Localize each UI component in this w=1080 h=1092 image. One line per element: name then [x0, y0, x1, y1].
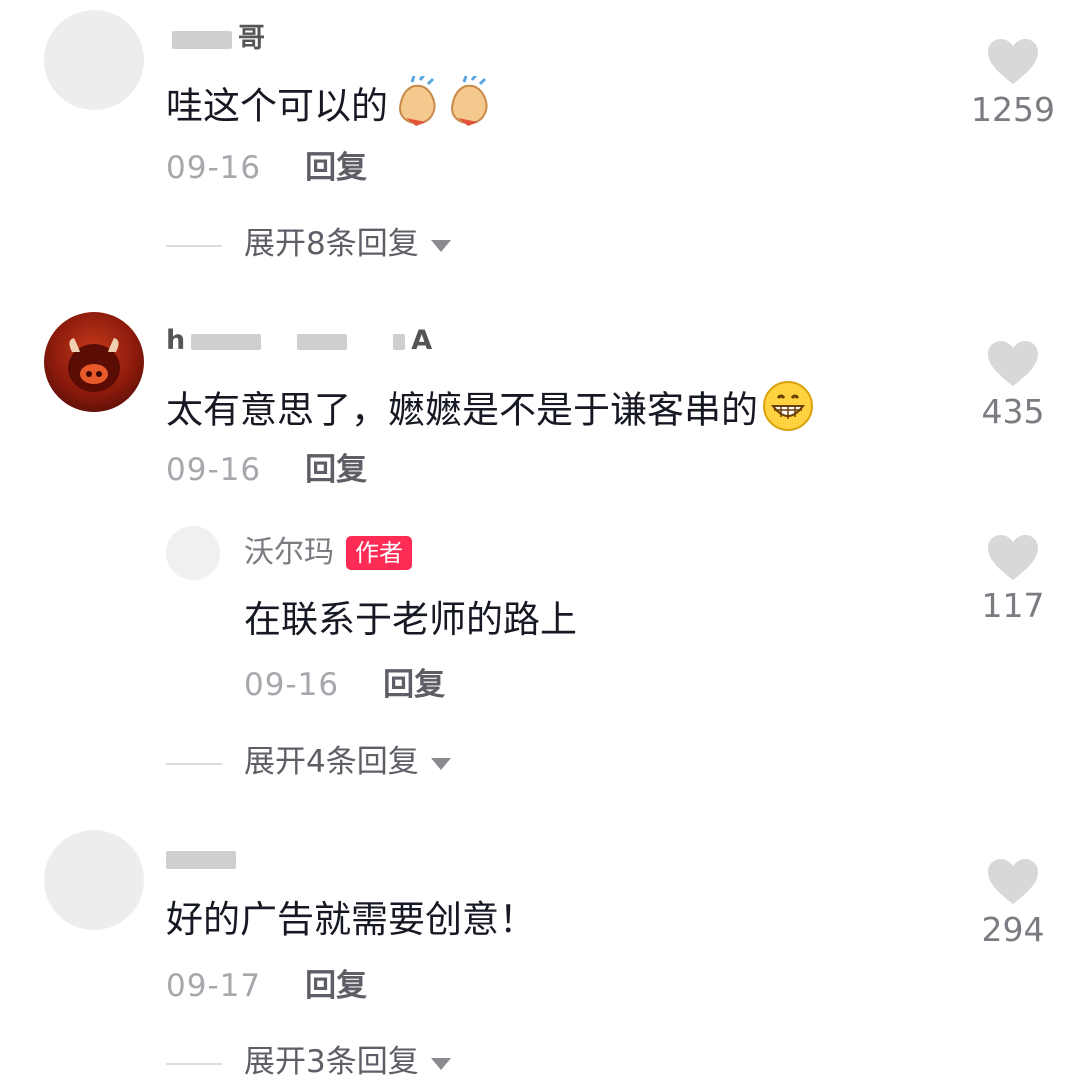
expand-replies-label: 展开4条回复	[244, 744, 419, 780]
comment-username[interactable]: hA	[166, 324, 432, 358]
reply-date: 09-16	[244, 667, 340, 703]
heart-icon	[988, 535, 1038, 580]
avatar[interactable]	[44, 10, 144, 110]
reply-avatar[interactable]	[166, 526, 220, 580]
expand-replies-button[interactable]: 展开4条回复	[166, 742, 451, 782]
comment-meta: 09-16 回复	[166, 450, 367, 490]
comment-date: 09-16	[166, 452, 262, 488]
chevron-down-icon	[430, 1057, 451, 1070]
reply-button[interactable]: 回复	[305, 452, 367, 488]
like-button[interactable]: 117	[958, 534, 1068, 626]
clapping-hands-icon	[392, 74, 496, 140]
grinning-face-icon	[762, 380, 814, 444]
comment-text: 太有意思了，嬷嬷是不是于谦客串的	[166, 380, 814, 444]
reply-button[interactable]: 回复	[305, 150, 367, 186]
like-button[interactable]: 1259	[958, 38, 1068, 130]
comment-date: 09-17	[166, 968, 262, 1004]
comment-text: 哇这个可以的	[166, 74, 496, 140]
expand-replies-button[interactable]: 展开8条回复	[166, 224, 451, 264]
author-badge: 作者	[346, 536, 412, 570]
reply-meta: 09-16 回复	[244, 665, 445, 705]
chevron-down-icon	[430, 757, 451, 770]
comment-meta: 09-17 回复	[166, 966, 367, 1006]
divider-line	[166, 762, 222, 765]
avatar[interactable]	[44, 312, 144, 412]
divider-line	[166, 244, 222, 247]
like-count: 117	[981, 586, 1045, 625]
heart-icon	[988, 341, 1038, 386]
comment-date: 09-16	[166, 150, 262, 186]
boar-avatar-icon	[68, 338, 120, 392]
reply-button[interactable]: 回复	[383, 667, 445, 703]
comment-meta: 09-16 回复	[166, 148, 367, 188]
expand-replies-label: 展开3条回复	[244, 1044, 419, 1080]
avatar[interactable]	[44, 830, 144, 930]
like-count: 294	[981, 910, 1045, 949]
heart-icon	[988, 39, 1038, 84]
expand-replies-button[interactable]: 展开3条回复	[166, 1042, 451, 1082]
comment-username[interactable]	[166, 842, 242, 876]
reply-text: 在联系于老师的路上	[244, 598, 577, 641]
reply-username[interactable]: 沃尔玛 作者	[244, 536, 412, 570]
like-button[interactable]: 294	[958, 858, 1068, 950]
like-count: 1259	[971, 90, 1055, 129]
like-button[interactable]: 435	[958, 340, 1068, 432]
reply-button[interactable]: 回复	[305, 968, 367, 1004]
like-count: 435	[981, 392, 1045, 431]
comment-username[interactable]: 哥	[166, 22, 265, 56]
heart-icon	[988, 859, 1038, 904]
divider-line	[166, 1062, 222, 1065]
expand-replies-label: 展开8条回复	[244, 226, 419, 262]
comment-text: 好的广告就需要创意！	[166, 898, 536, 941]
chevron-down-icon	[430, 239, 451, 252]
